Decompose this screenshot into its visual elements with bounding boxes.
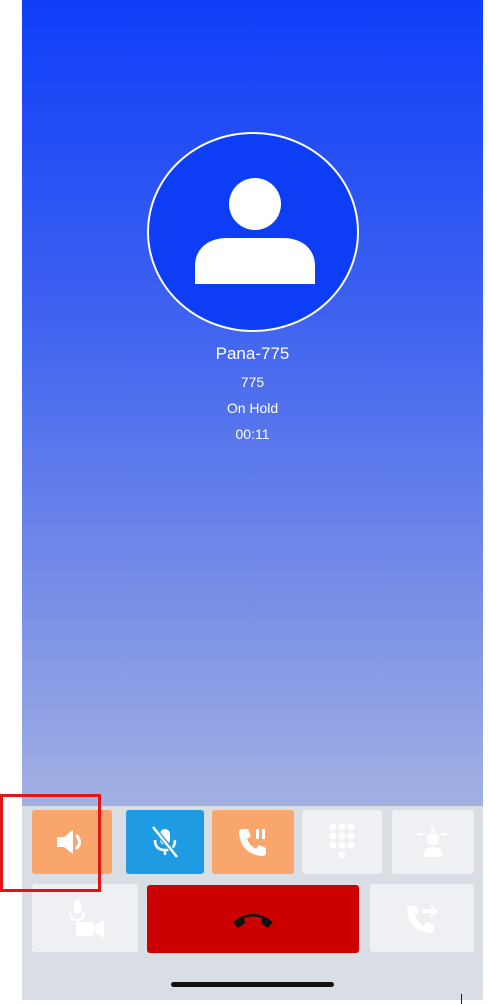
transfer-button[interactable]: [370, 884, 474, 952]
call-screen: Pana-775 775 On Hold 00:11: [22, 0, 483, 1000]
mic-muted-icon: [151, 825, 179, 859]
home-indicator[interactable]: [171, 982, 334, 987]
speaker-icon: [57, 830, 81, 854]
video-call-button[interactable]: [32, 884, 138, 952]
keypad-icon: [329, 823, 355, 859]
divider-tick: [461, 994, 462, 1004]
keypad-button[interactable]: [302, 810, 382, 874]
conference-icon: [417, 827, 449, 857]
call-duration: 00:11: [235, 426, 270, 442]
conference-button[interactable]: [392, 810, 474, 874]
hold-call-icon: [239, 829, 266, 856]
call-controls: [22, 806, 483, 1000]
mute-button[interactable]: [126, 810, 204, 874]
caller-avatar: [147, 132, 359, 332]
call-transfer-icon: [407, 905, 438, 933]
call-status: On Hold: [226, 400, 279, 416]
caller-number: 775: [240, 374, 265, 390]
end-call-button[interactable]: [147, 885, 359, 953]
caller-name: Pana-775: [215, 344, 290, 363]
person-icon: [195, 178, 315, 284]
speaker-button[interactable]: [32, 810, 112, 874]
caller-info: Pana-775 775 On Hold 00:11: [22, 342, 483, 444]
hold-button[interactable]: [212, 810, 294, 874]
video-call-icon: [69, 900, 104, 938]
hang-up-icon: [233, 914, 273, 928]
